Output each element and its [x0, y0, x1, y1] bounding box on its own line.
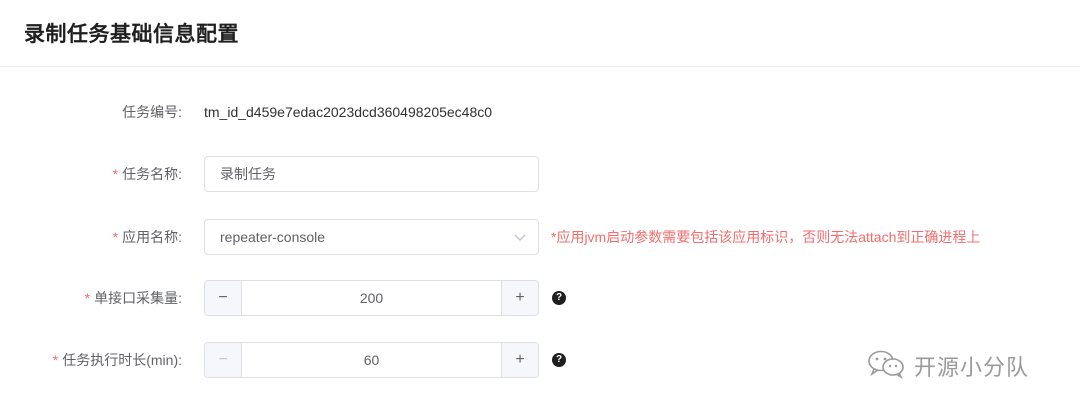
duration-increase-button[interactable]: + [501, 343, 538, 377]
app-name-select[interactable]: repeater-console [204, 219, 539, 255]
task-id-value: tm_id_d459e7edac2023dcd360498205ec48c0 [204, 104, 493, 120]
question-circle-icon[interactable]: ? [552, 353, 566, 367]
duration-label-text: 任务执行时长(min): [62, 352, 182, 368]
sample-count-label: * 单接口采集量: [85, 280, 182, 316]
chevron-down-icon[interactable] [514, 220, 526, 254]
duration-decrease-button[interactable]: − [205, 343, 242, 377]
wechat-icon [866, 348, 906, 385]
form-row-task-name: * 任务名称: 录制任务 [0, 156, 1080, 192]
page-header: 录制任务基础信息配置 [0, 0, 1080, 67]
app-name-label: * 应用名称: [113, 219, 182, 255]
required-mark: * [112, 229, 119, 245]
form-row-task-id: 任务编号: tm_id_d459e7edac2023dcd360498205ec… [0, 94, 1080, 130]
duration-label: * 任务执行时长(min): [53, 342, 182, 378]
watermark-text: 开源小分队 [914, 356, 1030, 381]
form-row-app-name: * 应用名称: repeater-console *应用jvm启动参数需要包括该应… [0, 219, 1080, 255]
duration-input[interactable]: 60 [242, 343, 501, 377]
form-row-sample-count: * 单接口采集量: − 200 + ? [0, 280, 1080, 316]
question-circle-icon[interactable]: ? [552, 291, 566, 305]
sample-count-label-text: 单接口采集量: [94, 290, 182, 306]
sample-count-increase-button[interactable]: + [501, 281, 538, 315]
page-title: 录制任务基础信息配置 [24, 23, 239, 46]
sample-count-input[interactable]: 200 [242, 281, 501, 315]
required-mark: * [52, 352, 59, 368]
required-mark: * [112, 166, 119, 182]
task-id-label: 任务编号: [122, 104, 182, 120]
task-name-label: * 任务名称: [113, 156, 182, 192]
app-name-hint: *应用jvm启动参数需要包括该应用标识，否则无法attach到正确进程上 [551, 229, 981, 245]
sample-count-decrease-button[interactable]: − [205, 281, 242, 315]
task-name-label-text: 任务名称: [122, 166, 182, 182]
duration-stepper: − 60 + [204, 342, 539, 378]
app-name-label-text: 应用名称: [122, 229, 182, 245]
watermark: 开源小分队 [866, 348, 1029, 384]
task-name-input[interactable]: 录制任务 [204, 156, 539, 192]
sample-count-stepper: − 200 + [204, 280, 539, 316]
app-name-selected-value: repeater-console [220, 229, 326, 245]
required-mark: * [84, 290, 91, 306]
